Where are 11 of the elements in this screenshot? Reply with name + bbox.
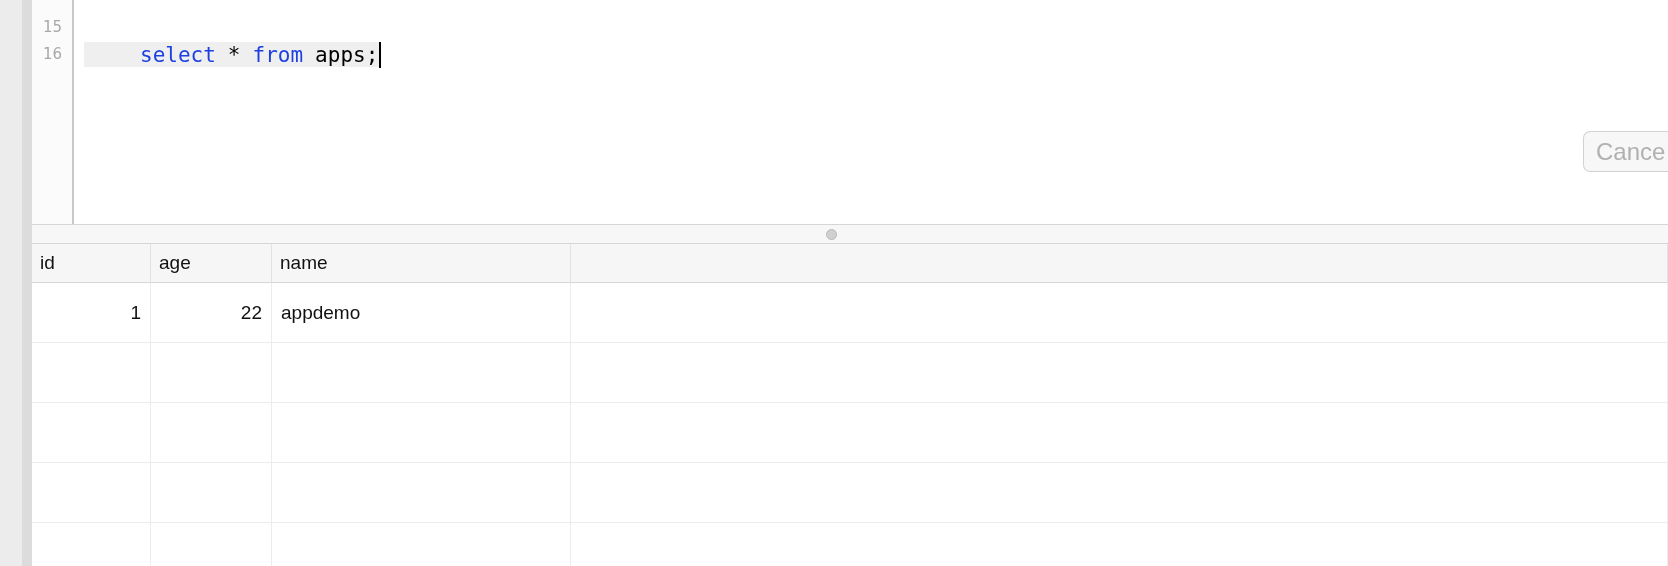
column-header[interactable]: id [32, 244, 151, 283]
column-header[interactable]: name [272, 244, 571, 283]
column-header[interactable]: age [151, 244, 272, 283]
split-bar[interactable] [32, 225, 1668, 244]
table-cell: 1 [32, 283, 151, 343]
line-number: 16 [41, 44, 63, 65]
text-cursor [379, 41, 382, 68]
table-cell: 22 [151, 283, 272, 343]
table-cell: appdemo [272, 283, 571, 343]
drag-handle-icon[interactable] [825, 228, 837, 240]
line-number: 15 [41, 17, 63, 38]
